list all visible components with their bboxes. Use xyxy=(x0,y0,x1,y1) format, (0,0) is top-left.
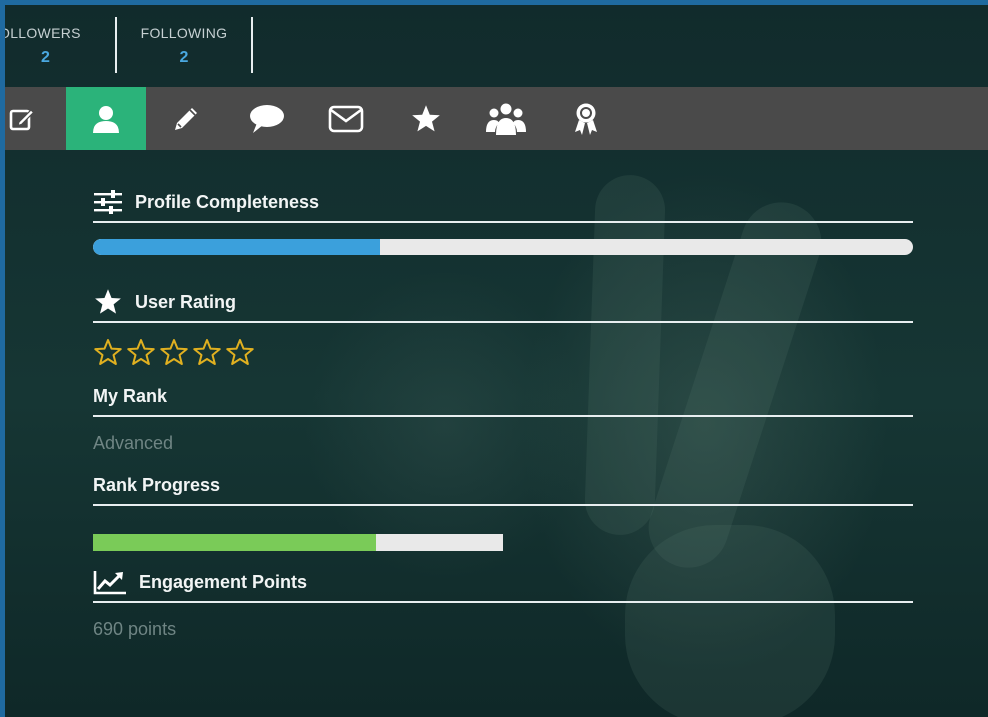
followers-count: 2 xyxy=(41,49,50,66)
following-label: FOLLOWING xyxy=(140,25,228,41)
sliders-icon xyxy=(94,190,122,214)
rating-star-icon[interactable] xyxy=(159,338,189,367)
profile-completeness-fill xyxy=(93,239,380,255)
engagement-points-header: Engagement Points xyxy=(93,565,913,603)
followers-label: OLLOWERS xyxy=(0,25,81,41)
tab-edit-profile[interactable] xyxy=(5,87,66,150)
my-rank-value: Advanced xyxy=(93,433,174,453)
user-rating-stars[interactable] xyxy=(93,337,913,367)
award-icon xyxy=(575,103,597,135)
pencil-icon xyxy=(175,107,197,130)
comment-icon xyxy=(250,104,284,133)
tab-comments[interactable] xyxy=(226,87,306,150)
following-stat[interactable]: FOLLOWING 2 xyxy=(117,17,253,73)
line-chart-icon xyxy=(93,571,126,595)
user-icon xyxy=(93,105,119,133)
profile-details: Profile Completeness User Rating My Rank… xyxy=(93,185,913,640)
engagement-points-label: Engagement Points xyxy=(139,571,308,592)
profile-completeness-header: Profile Completeness xyxy=(93,185,913,223)
rating-star-icon[interactable] xyxy=(225,338,255,367)
rating-star-icon[interactable] xyxy=(93,338,123,367)
followers-stat[interactable]: OLLOWERS 2 xyxy=(5,17,117,73)
my-rank-header: My Rank xyxy=(93,379,913,417)
profile-completeness-bar xyxy=(93,239,913,255)
profile-tab-bar xyxy=(5,87,988,150)
user-rating-label: User Rating xyxy=(135,291,237,312)
tab-messages[interactable] xyxy=(306,87,386,150)
my-rank-label: My Rank xyxy=(93,385,168,406)
tab-badges[interactable] xyxy=(546,87,626,150)
rank-progress-bar xyxy=(93,534,503,551)
engagement-points-value: 690 points xyxy=(93,619,177,639)
rank-progress-fill xyxy=(93,534,376,551)
tab-groups[interactable] xyxy=(466,87,546,150)
profile-completeness-label: Profile Completeness xyxy=(135,191,320,212)
users-icon xyxy=(486,103,526,135)
tab-posts[interactable] xyxy=(146,87,226,150)
star-icon xyxy=(95,289,121,314)
rating-star-icon[interactable] xyxy=(126,338,156,367)
user-rating-header: User Rating xyxy=(93,285,913,323)
star-icon xyxy=(412,104,440,131)
rank-progress-label: Rank Progress xyxy=(93,474,221,495)
edit-icon xyxy=(9,108,35,130)
tab-profile[interactable] xyxy=(66,87,146,150)
rating-star-icon[interactable] xyxy=(192,338,222,367)
tab-favorites[interactable] xyxy=(386,87,466,150)
profile-stats: OLLOWERS 2 FOLLOWING 2 xyxy=(5,17,253,75)
profile-panel: OLLOWERS 2 FOLLOWING 2 Profile Completen… xyxy=(0,0,988,717)
following-count: 2 xyxy=(179,49,189,66)
rank-progress-header: Rank Progress xyxy=(93,468,913,506)
envelope-icon xyxy=(328,105,364,132)
